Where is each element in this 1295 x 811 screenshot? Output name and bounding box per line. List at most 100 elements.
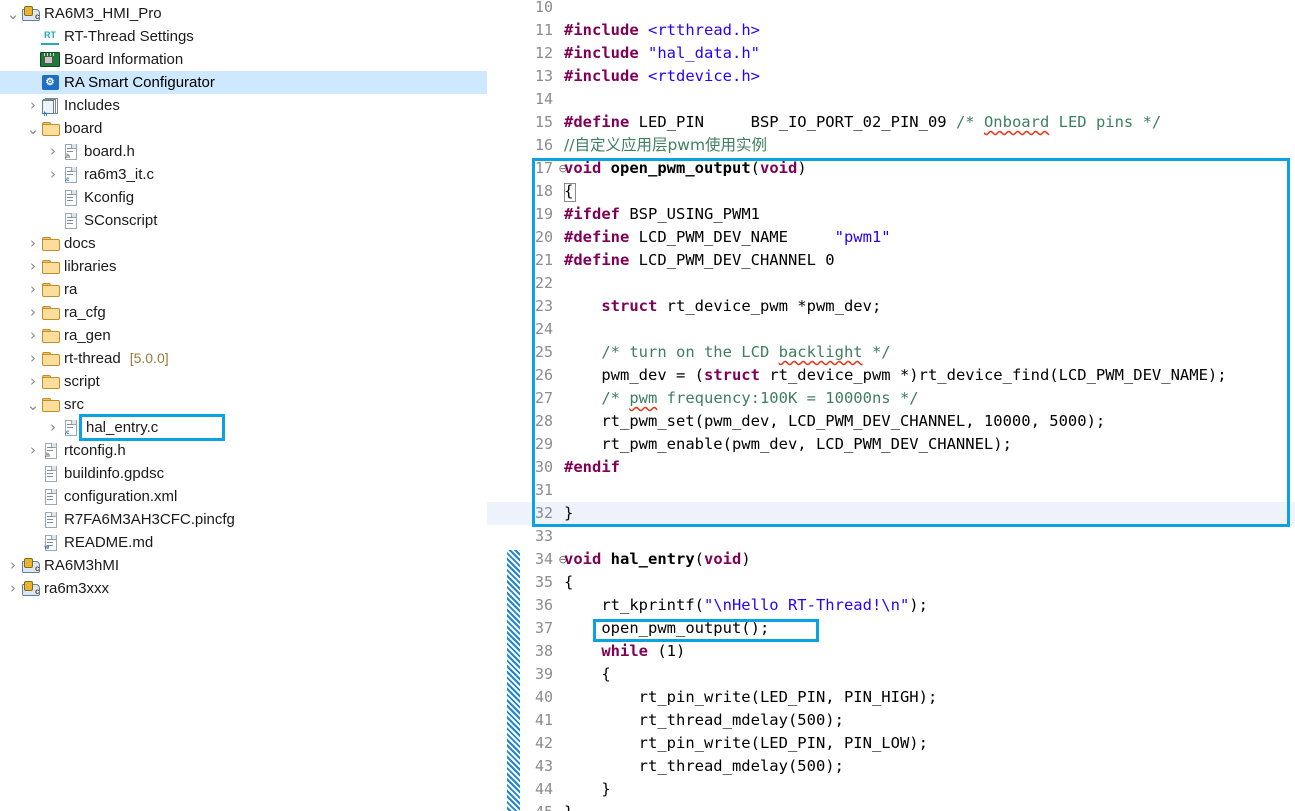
code-line-20[interactable]: 20 #define LCD_PWM_DEV_NAME "pwm1" <box>487 226 1295 249</box>
code-line-12[interactable]: 12 #include "hal_data.h" <box>487 42 1295 65</box>
chevron-right-icon[interactable]: › <box>26 232 40 255</box>
code-line-38[interactable]: 38 while (1) <box>487 640 1295 663</box>
chevron-right-icon[interactable]: › <box>46 416 60 439</box>
chevron-right-icon[interactable]: › <box>46 140 60 163</box>
code-line-39[interactable]: 39 { <box>487 663 1295 686</box>
chevron-right-icon[interactable]: › <box>26 301 40 324</box>
code-line-26[interactable]: 26 pwm_dev = (struct rt_device_pwm *)rt_… <box>487 364 1295 387</box>
chevron-right-icon[interactable]: › <box>26 439 40 462</box>
code-line-34[interactable]: 34 ⊖ void hal_entry(void) <box>487 548 1295 571</box>
line-number: 31 <box>534 481 553 499</box>
code-line-13[interactable]: 13 #include <rtdevice.h> <box>487 65 1295 88</box>
chevron-down-icon[interactable]: ⌄ <box>6 6 20 21</box>
tree-item-ra6m3-it-c[interactable]: › .c ra6m3_it.c <box>0 163 487 186</box>
code-line-35[interactable]: 35 { <box>487 571 1295 594</box>
tree-item-sconscript[interactable]: SConscript <box>0 209 487 232</box>
chevron-right-icon[interactable]: › <box>26 324 40 347</box>
line-number: 39 <box>534 665 553 683</box>
tree-item-ra[interactable]: › ra <box>0 278 487 301</box>
code-line-22[interactable]: 22 <box>487 272 1295 295</box>
code-line-text: { <box>564 663 610 686</box>
code-text-area[interactable]: 10 11 #include <rtthread.h> 12 #include "hal… <box>487 0 1295 811</box>
code-line-10[interactable]: 10 <box>487 0 1295 19</box>
tree-item-readme-md[interactable]: w README.md <box>0 531 487 554</box>
chevron-right-icon[interactable]: › <box>6 554 20 577</box>
tree-item-ra-gen[interactable]: › ra_gen <box>0 324 487 347</box>
tree-item-ra-cfg[interactable]: › ra_cfg <box>0 301 487 324</box>
tree-item-label: RT-Thread Settings <box>64 28 194 45</box>
tree-item-script[interactable]: › script <box>0 370 487 393</box>
code-line-43[interactable]: 43 rt_thread_mdelay(500); <box>487 755 1295 778</box>
chevron-down-icon[interactable]: ⌄ <box>26 121 40 136</box>
line-number: 12 <box>534 44 553 62</box>
code-line-31[interactable]: 31 <box>487 479 1295 502</box>
chevron-right-icon[interactable]: › <box>26 347 40 370</box>
tree-item-kconfig[interactable]: Kconfig <box>0 186 487 209</box>
code-line-42[interactable]: 42 rt_pin_write(LED_PIN, PIN_LOW); <box>487 732 1295 755</box>
code-line-41[interactable]: 41 rt_thread_mdelay(500); <box>487 709 1295 732</box>
ide-window: ⌄ c RA6M3_HMI_Pro RT RT-Thread Settings Board… <box>0 0 1295 811</box>
chevron-right-icon[interactable]: › <box>46 163 60 186</box>
tree-item-ra6m3xxx[interactable]: › c ra6m3xxx <box>0 577 487 600</box>
code-line-text: #ifdef BSP_USING_PWM1 <box>564 203 760 226</box>
code-line-32[interactable]: 32} <box>487 502 1295 525</box>
tree-item-board-information[interactable]: Board Information <box>0 48 487 71</box>
tree-item-r7fa6m3ah3cfc-pincfg[interactable]: R7FA6M3AH3CFC.pincfg <box>0 508 487 531</box>
code-line-16[interactable]: 16 //自定义应用层pwm使用实例 <box>487 134 1295 157</box>
code-line-29[interactable]: 29 rt_pwm_enable(pwm_dev, LCD_PWM_DEV_CH… <box>487 433 1295 456</box>
project-tree[interactable]: ⌄ c RA6M3_HMI_Pro RT RT-Thread Settings Board… <box>0 0 487 600</box>
line-number: 26 <box>534 366 553 384</box>
code-line-45[interactable]: 45} <box>487 801 1295 811</box>
code-line-33[interactable]: 33 <box>487 525 1295 548</box>
code-line-18[interactable]: 18 { <box>487 180 1295 203</box>
code-line-text: rt_pwm_set(pwm_dev, LCD_PWM_DEV_CHANNEL,… <box>564 410 1105 433</box>
chevron-right-icon[interactable]: › <box>26 278 40 301</box>
tree-item-board[interactable]: ⌄ board <box>0 117 487 140</box>
tree-item-buildinfo-gpdsc[interactable]: buildinfo.gpdsc <box>0 462 487 485</box>
code-line-text: #endif <box>564 456 620 479</box>
line-number: 36 <box>534 596 553 614</box>
tree-item-board-h[interactable]: › .h board.h <box>0 140 487 163</box>
tree-item-includes[interactable]: › h Includes <box>0 94 487 118</box>
line-number: 27 <box>534 389 553 407</box>
code-line-19[interactable]: 19 #ifdef BSP_USING_PWM1 <box>487 203 1295 226</box>
code-line-28[interactable]: 28 rt_pwm_set(pwm_dev, LCD_PWM_DEV_CHANN… <box>487 410 1295 433</box>
tree-item-label: Includes <box>64 97 120 114</box>
chevron-right-icon[interactable]: › <box>6 577 20 600</box>
code-line-23[interactable]: 23 struct rt_device_pwm *pwm_dev; <box>487 295 1295 318</box>
chevron-down-icon[interactable]: ⌄ <box>26 397 40 412</box>
code-line-40[interactable]: 40 rt_pin_write(LED_PIN, PIN_HIGH); <box>487 686 1295 709</box>
code-line-30[interactable]: 30 #endif <box>487 456 1295 479</box>
code-line-text: while (1) <box>564 640 685 663</box>
tree-item-rtconfig-h[interactable]: › .h rtconfig.h <box>0 439 487 462</box>
code-line-17[interactable]: 17 ⊖ void open_pwm_output(void) <box>487 157 1295 180</box>
code-line-25[interactable]: 25 /* turn on the LCD backlight */ <box>487 341 1295 364</box>
tree-item-ra6m3hmi[interactable]: › c RA6M3hMI <box>0 554 487 577</box>
chevron-right-icon[interactable]: › <box>26 94 40 117</box>
tree-item-docs[interactable]: › docs <box>0 232 487 255</box>
project-explorer[interactable]: ⌄ c RA6M3_HMI_Pro RT RT-Thread Settings Board… <box>0 0 487 811</box>
code-line-11[interactable]: 11 #include <rtthread.h> <box>487 19 1295 42</box>
code-line-27[interactable]: 27 /* pwm frequency:100K = 10000ns */ <box>487 387 1295 410</box>
source-editor[interactable]: 10 11 #include <rtthread.h> 12 #include "hal… <box>487 0 1295 811</box>
tree-item-libraries[interactable]: › libraries <box>0 255 487 278</box>
tree-item-configuration-xml[interactable]: configuration.xml <box>0 485 487 508</box>
tree-item-rt-thread-settings[interactable]: RT RT-Thread Settings <box>0 25 487 48</box>
chevron-right-icon[interactable]: › <box>26 255 40 278</box>
folder-icon <box>40 281 60 299</box>
code-line-36[interactable]: 36 rt_kprintf("\nHello RT-Thread!\n"); <box>487 594 1295 617</box>
code-line-37[interactable]: 37 open_pwm_output(); <box>487 617 1295 640</box>
tree-item-hal-entry-c[interactable]: › .c hal_entry.c <box>0 414 487 441</box>
tree-item-ra-smart-configurator[interactable]: ⚙ RA Smart Configurator <box>0 71 487 94</box>
chevron-right-icon[interactable]: › <box>26 370 40 393</box>
tree-item-ra6m3-hmi-pro[interactable]: ⌄ c RA6M3_HMI_Pro <box>0 2 487 25</box>
tree-item-src[interactable]: ⌄ src <box>0 393 487 416</box>
code-line-14[interactable]: 14 <box>487 88 1295 111</box>
code-line-44[interactable]: 44 } <box>487 778 1295 801</box>
code-line-15[interactable]: 15 #define LED_PIN BSP_IO_PORT_02_PIN_09 … <box>487 111 1295 134</box>
code-line-21[interactable]: 21 #define LCD_PWM_DEV_CHANNEL 0 <box>487 249 1295 272</box>
tree-item-rt-thread[interactable]: › rt-thread [5.0.0] <box>0 347 487 370</box>
code-line-24[interactable]: 24 <box>487 318 1295 341</box>
line-number: 16 <box>534 136 553 154</box>
